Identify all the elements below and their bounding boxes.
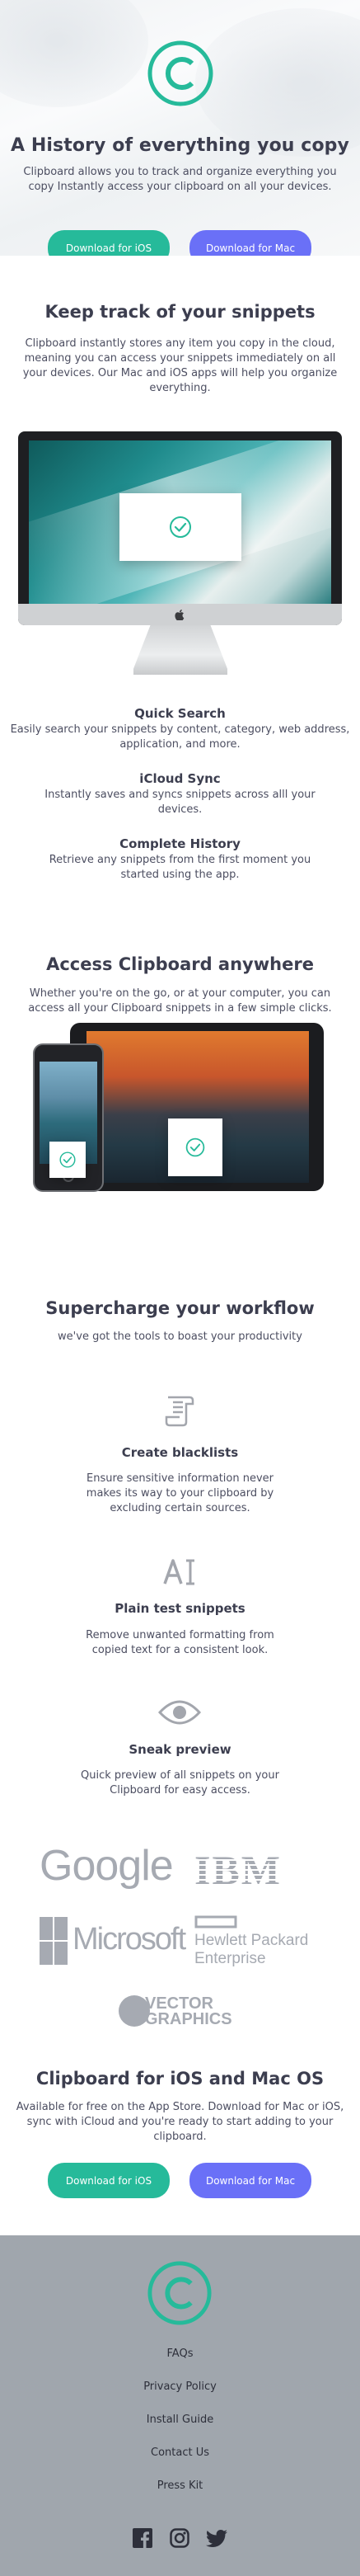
clipboard-logo-icon	[147, 40, 213, 106]
blacklist-icon	[165, 1396, 194, 1427]
workflow-item-text-plain-text: Remove unwanted formatting from copied t…	[86, 1629, 274, 1656]
footer-link-press-kit[interactable]: Press Kit	[0, 2479, 360, 2492]
text-icon	[163, 1559, 194, 1585]
cta-description: Available for free on the App Store. Dow…	[16, 2101, 344, 2143]
footer-link-contact-us[interactable]: Contact Us	[0, 2446, 360, 2459]
workflow-item-text-blacklists: Ensure sensitive information never makes…	[86, 1472, 274, 1514]
footer-link-privacy-policy[interactable]: Privacy Policy	[0, 2381, 360, 2393]
snippets-title: Keep track of your snippets	[44, 302, 316, 322]
check-circle-icon	[59, 1151, 76, 1168]
phone-clipboard-card	[49, 1142, 86, 1178]
workflow-item-text-sneak-preview: Quick preview of all snippets on your Cl…	[81, 1769, 279, 1797]
vector-graphics-logo-line2: GRAPHICS	[145, 2010, 232, 2028]
workflow-item-title-plain-text: Plain test snippets	[115, 1601, 245, 1616]
hpe-logo-line2: Enterprise	[194, 1950, 266, 1967]
page: { "hero": { "title": "A History of every…	[0, 0, 360, 2576]
workflow-title: Supercharge your workflow	[45, 1298, 315, 1318]
hero-section: A History of everything you copy Clipboa…	[0, 0, 360, 256]
feature-title-complete-history: Complete History	[119, 836, 241, 851]
hpe-rectangle-icon	[194, 1915, 237, 1928]
access-title: Access Clipboard anywhere	[46, 954, 314, 974]
snippets-description: Clipboard instantly stores any item you …	[22, 337, 338, 394]
feature-text-quick-search: Easily search your snippets by content, …	[10, 723, 350, 751]
access-description: Whether you're on the go, or at your com…	[28, 987, 332, 1015]
ibm-logo: IBM	[194, 1847, 282, 1893]
footer-link-faqs[interactable]: FAQs	[0, 2348, 360, 2360]
feature-text-complete-history: Retrieve any snippets from the first mom…	[49, 854, 311, 881]
footer-link-install-guide[interactable]: Install Guide	[0, 2414, 360, 2426]
monitor-chin	[18, 604, 342, 625]
feature-text-icloud-sync: Instantly saves and syncs snippets acros…	[44, 789, 316, 816]
cta-mac-button[interactable]: Download for Mac	[189, 2163, 311, 2198]
check-circle-icon	[170, 516, 191, 538]
feature-title-quick-search: Quick Search	[134, 706, 226, 721]
hero-mac-button[interactable]: Download for Mac	[189, 230, 311, 256]
facebook-icon[interactable]	[133, 2528, 152, 2548]
twitter-icon[interactable]	[206, 2530, 227, 2547]
cta-ios-button[interactable]: Download for iOS	[48, 2163, 170, 2198]
workflow-subtitle: we've got the tools to boast your produc…	[58, 1330, 302, 1343]
check-circle-icon	[185, 1137, 205, 1157]
hero-ios-button[interactable]: Download for iOS	[48, 230, 170, 256]
hero-description: Clipboard allows you to track and organi…	[23, 166, 337, 193]
hero-title: A History of everything you copy	[11, 135, 349, 156]
workflow-item-title-sneak-preview: Sneak preview	[129, 1742, 231, 1757]
footer-logo-icon	[147, 2261, 212, 2325]
monitor-clipboard-card	[119, 493, 241, 561]
microsoft-windows-icon	[40, 1917, 68, 1965]
apple-icon	[175, 610, 185, 620]
feature-title-icloud-sync: iCloud Sync	[139, 771, 221, 786]
cta-title: Clipboard for iOS and Mac OS	[35, 2069, 325, 2089]
hpe-logo-line1: Hewlett Packard	[194, 1932, 309, 1949]
monitor-stand	[133, 625, 227, 675]
workflow-item-title-blacklists: Create blacklists	[121, 1445, 239, 1460]
instagram-icon[interactable]	[170, 2528, 189, 2548]
microsoft-logo: Microsoft	[72, 1922, 186, 1957]
tablet-clipboard-card	[168, 1118, 222, 1176]
google-logo: Google	[40, 1842, 174, 1890]
footer: FAQs Privacy Policy Install Guide Contac…	[0, 2235, 360, 2576]
eye-icon	[158, 1700, 201, 1725]
